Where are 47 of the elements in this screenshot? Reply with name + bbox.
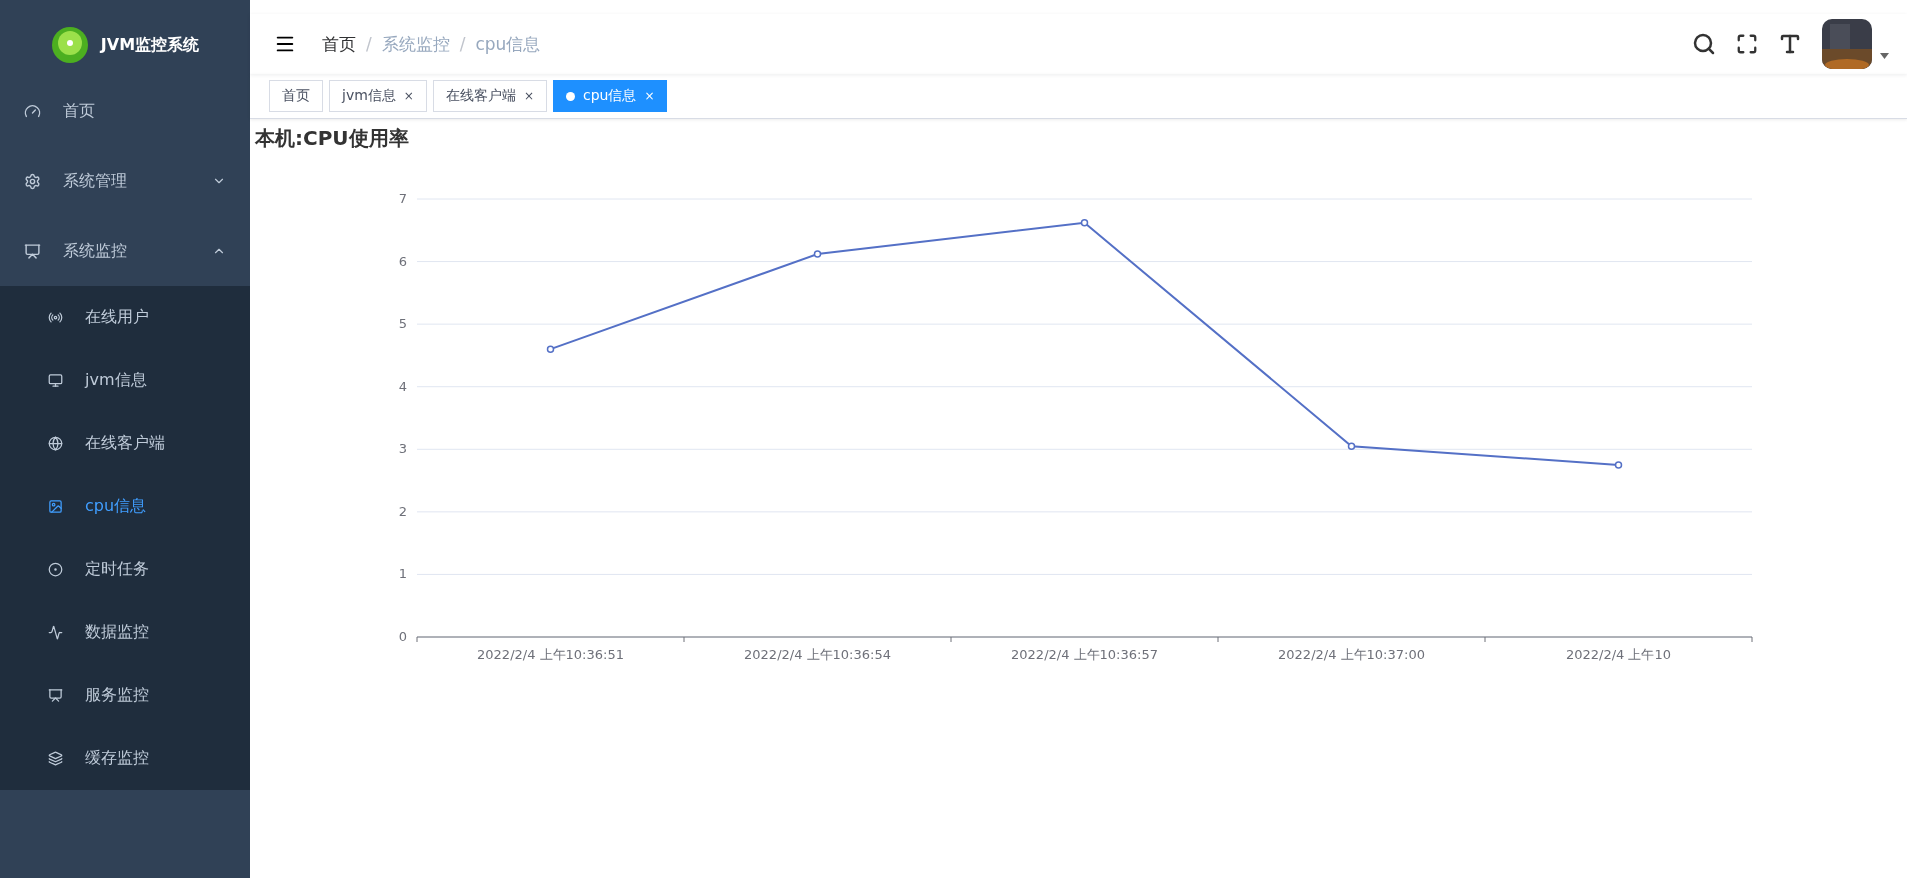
breadcrumb-item: cpu信息 (475, 32, 541, 56)
sidebar-item[interactable]: 系统监控 (0, 216, 250, 286)
logo-icon (50, 26, 89, 64)
fullscreen-icon[interactable] (1736, 33, 1758, 55)
x-tick-label: 2022/2/4 上午10 (1565, 647, 1672, 662)
x-tick-label: 2022/2/4 上午10:36:51 (477, 647, 624, 662)
sidebar-item[interactable]: 系统管理 (0, 146, 250, 216)
y-tick-label: 5 (398, 316, 407, 332)
sidebar-item[interactable]: 首页 (0, 76, 250, 146)
sidebar-subitem[interactable]: jvm信息 (0, 349, 250, 412)
y-tick-label: 0 (398, 629, 407, 644)
data-point (1614, 461, 1623, 469)
font-size-icon[interactable] (1778, 32, 1802, 56)
breadcrumb-item[interactable]: 首页 (322, 32, 356, 56)
x-tick-label: 2022/2/4 上午10:36:57 (1011, 647, 1158, 662)
y-tick-label: 2 (398, 503, 407, 519)
breadcrumb-item: 系统监控 (381, 32, 450, 56)
y-tick-label: 1 (398, 566, 407, 582)
tab[interactable]: jvm信息 × (329, 80, 427, 112)
breadcrumb-separator: / (459, 34, 466, 54)
sidebar-subitem[interactable]: 在线客户端 (0, 412, 250, 475)
y-tick-label: 3 (398, 441, 407, 457)
close-icon[interactable]: × (403, 89, 414, 103)
data-point (546, 345, 555, 353)
sidebar-subitem[interactable]: cpu信息 (0, 475, 250, 538)
data-point (1080, 219, 1089, 227)
y-tick-label: 7 (398, 191, 407, 206)
dot-icon (565, 91, 575, 101)
caret-down-icon[interactable] (1880, 53, 1889, 59)
app-title: JVM监控系统 (100, 34, 200, 56)
x-tick-label: 2022/2/4 上午10:37:00 (1278, 647, 1425, 662)
y-tick-label: 6 (398, 253, 407, 269)
breadcrumb-separator: / (366, 34, 372, 54)
tab[interactable]: 在线客户端 × (432, 80, 547, 112)
close-icon[interactable]: × (523, 89, 534, 103)
sidebar-subitem[interactable]: 缓存监控 (0, 727, 250, 790)
search-icon[interactable] (1692, 32, 1716, 56)
tab[interactable]: 首页 (269, 80, 323, 112)
data-point (1347, 442, 1356, 450)
x-tick-label: 2022/2/4 上午10:36:54 (744, 647, 891, 662)
chart-title: 本机:CPU使用率 (254, 125, 410, 152)
sidebar-subitem[interactable]: 数据监控 (0, 601, 250, 664)
y-tick-label: 4 (398, 378, 407, 394)
sidebar-subitem[interactable]: 定时任务 (0, 538, 250, 601)
sidebar-subitem[interactable]: 在线用户 (0, 286, 250, 349)
data-point (813, 250, 822, 258)
sidebar-subitem[interactable]: 服务监控 (0, 664, 250, 727)
